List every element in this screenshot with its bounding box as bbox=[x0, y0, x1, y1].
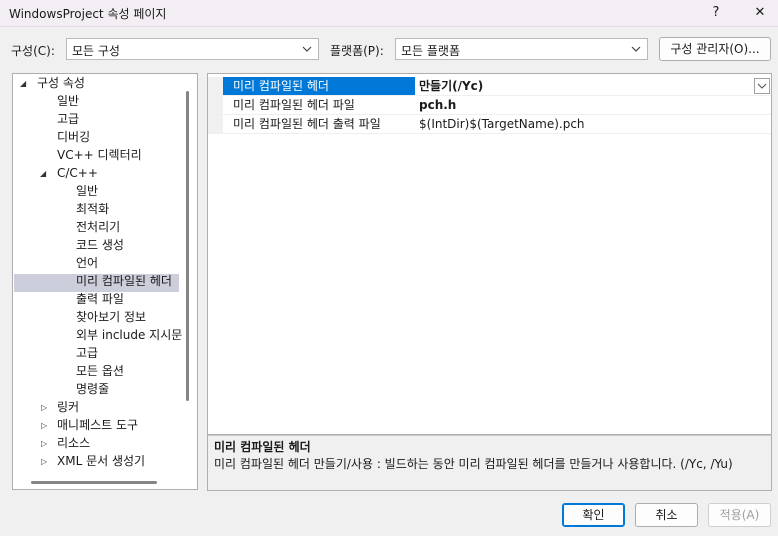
platform-label: 플랫폼(P): bbox=[330, 44, 384, 58]
property-row[interactable]: 미리 컴파일된 헤더 출력 파일 $(IntDir)$(TargetName).… bbox=[208, 115, 771, 134]
collapsed-arrow-icon[interactable]: ▷ bbox=[41, 403, 47, 412]
tree-item-vc-directories[interactable]: VC++ 디렉터리 bbox=[57, 146, 142, 164]
tree-item-command-line[interactable]: 명령줄 bbox=[76, 380, 109, 398]
property-value-select[interactable]: 만들기(/Yc) bbox=[415, 77, 771, 95]
expanded-arrow-icon[interactable]: ◢ bbox=[40, 169, 46, 178]
tree-item-all-options[interactable]: 모든 옵션 bbox=[76, 362, 124, 380]
chevron-down-icon bbox=[757, 83, 767, 89]
property-tree: ◢ 구성 속성 일반 고급 디버깅 VC++ 디렉터리 ◢ C/C++ 일반 최… bbox=[12, 73, 198, 490]
collapsed-arrow-icon[interactable]: ▷ bbox=[41, 457, 47, 466]
chevron-down-icon bbox=[302, 46, 312, 52]
collapsed-arrow-icon[interactable]: ▷ bbox=[41, 421, 47, 430]
tree-item-cpp[interactable]: C/C++ bbox=[57, 164, 98, 182]
tree-item-resources[interactable]: 리소스 bbox=[57, 434, 90, 452]
platform-select[interactable]: 모든 플랫폼 bbox=[395, 38, 648, 60]
tree-item-config-properties[interactable]: 구성 속성 bbox=[37, 74, 85, 92]
config-manager-button[interactable]: 구성 관리자(O)... bbox=[659, 37, 771, 61]
row-gutter bbox=[208, 115, 223, 133]
tree-item-language[interactable]: 언어 bbox=[76, 254, 98, 272]
tree-item-code-generation[interactable]: 코드 생성 bbox=[76, 236, 124, 254]
row-gutter bbox=[208, 77, 223, 95]
tree-item-optimization[interactable]: 최적화 bbox=[76, 200, 109, 218]
config-select-value: 모든 구성 bbox=[72, 44, 120, 58]
apply-button[interactable]: 적용(A) bbox=[708, 503, 771, 527]
expanded-arrow-icon[interactable]: ◢ bbox=[20, 79, 26, 88]
chevron-down-icon bbox=[631, 46, 641, 52]
property-row[interactable]: 미리 컴파일된 헤더 만들기(/Yc) bbox=[208, 77, 771, 96]
ok-button[interactable]: 확인 bbox=[562, 503, 625, 527]
property-name: 미리 컴파일된 헤더 출력 파일 bbox=[233, 117, 381, 131]
tree-item-advanced[interactable]: 고급 bbox=[57, 110, 79, 128]
description-text: 미리 컴파일된 헤더 만들기/사용 : 빌드하는 동안 미리 컴파일된 헤더를 … bbox=[214, 457, 733, 471]
platform-select-value: 모든 플랫폼 bbox=[401, 44, 461, 58]
collapsed-arrow-icon[interactable]: ▷ bbox=[41, 439, 47, 448]
tree-item-external-include[interactable]: 외부 include 지시문 bbox=[76, 326, 182, 344]
tree-item-browse-information[interactable]: 찾아보기 정보 bbox=[76, 308, 146, 326]
tree-item-general[interactable]: 일반 bbox=[57, 92, 79, 110]
property-grid: 미리 컴파일된 헤더 만들기(/Yc) 미리 컴파일된 헤더 파일 pch.h … bbox=[207, 73, 772, 435]
config-select[interactable]: 모든 구성 bbox=[66, 38, 319, 60]
tree-item-cpp-general[interactable]: 일반 bbox=[76, 182, 98, 200]
property-dropdown-button[interactable] bbox=[754, 78, 770, 94]
tree-item-cpp-advanced[interactable]: 고급 bbox=[76, 344, 98, 362]
property-row[interactable]: 미리 컴파일된 헤더 파일 pch.h bbox=[208, 96, 771, 115]
tree-item-manifest-tool[interactable]: 매니페스트 도구 bbox=[57, 416, 138, 434]
tree-vertical-scrollbar[interactable] bbox=[186, 91, 189, 401]
config-label: 구성(C): bbox=[11, 44, 55, 58]
tree-item-precompiled-headers[interactable]: 미리 컴파일된 헤더 bbox=[76, 272, 172, 290]
window-title: WindowsProject 속성 페이지 bbox=[9, 7, 167, 21]
tree-horizontal-scrollbar[interactable] bbox=[31, 481, 157, 484]
cancel-button[interactable]: 취소 bbox=[635, 503, 698, 527]
tree-item-preprocessor[interactable]: 전처리기 bbox=[76, 218, 120, 236]
title-bar: WindowsProject 속성 페이지 ? ✕ bbox=[0, 0, 778, 27]
close-button[interactable]: ✕ bbox=[748, 3, 772, 23]
tree-item-output-files[interactable]: 출력 파일 bbox=[76, 290, 124, 308]
property-value[interactable]: $(IntDir)$(TargetName).pch bbox=[415, 115, 771, 133]
tree-item-xml-doc-generator[interactable]: XML 문서 생성기 bbox=[57, 452, 145, 470]
tree-item-debugging[interactable]: 디버깅 bbox=[57, 128, 90, 146]
row-gutter bbox=[208, 96, 223, 114]
description-title: 미리 컴파일된 헤더 bbox=[214, 440, 311, 454]
property-value[interactable]: pch.h bbox=[415, 96, 771, 114]
help-button[interactable]: ? bbox=[704, 3, 728, 23]
description-panel: 미리 컴파일된 헤더 미리 컴파일된 헤더 만들기/사용 : 빌드하는 동안 미… bbox=[207, 435, 772, 491]
property-name: 미리 컴파일된 헤더 파일 bbox=[233, 98, 355, 112]
property-name: 미리 컴파일된 헤더 bbox=[223, 77, 415, 95]
tree-item-linker[interactable]: 링커 bbox=[57, 398, 79, 416]
